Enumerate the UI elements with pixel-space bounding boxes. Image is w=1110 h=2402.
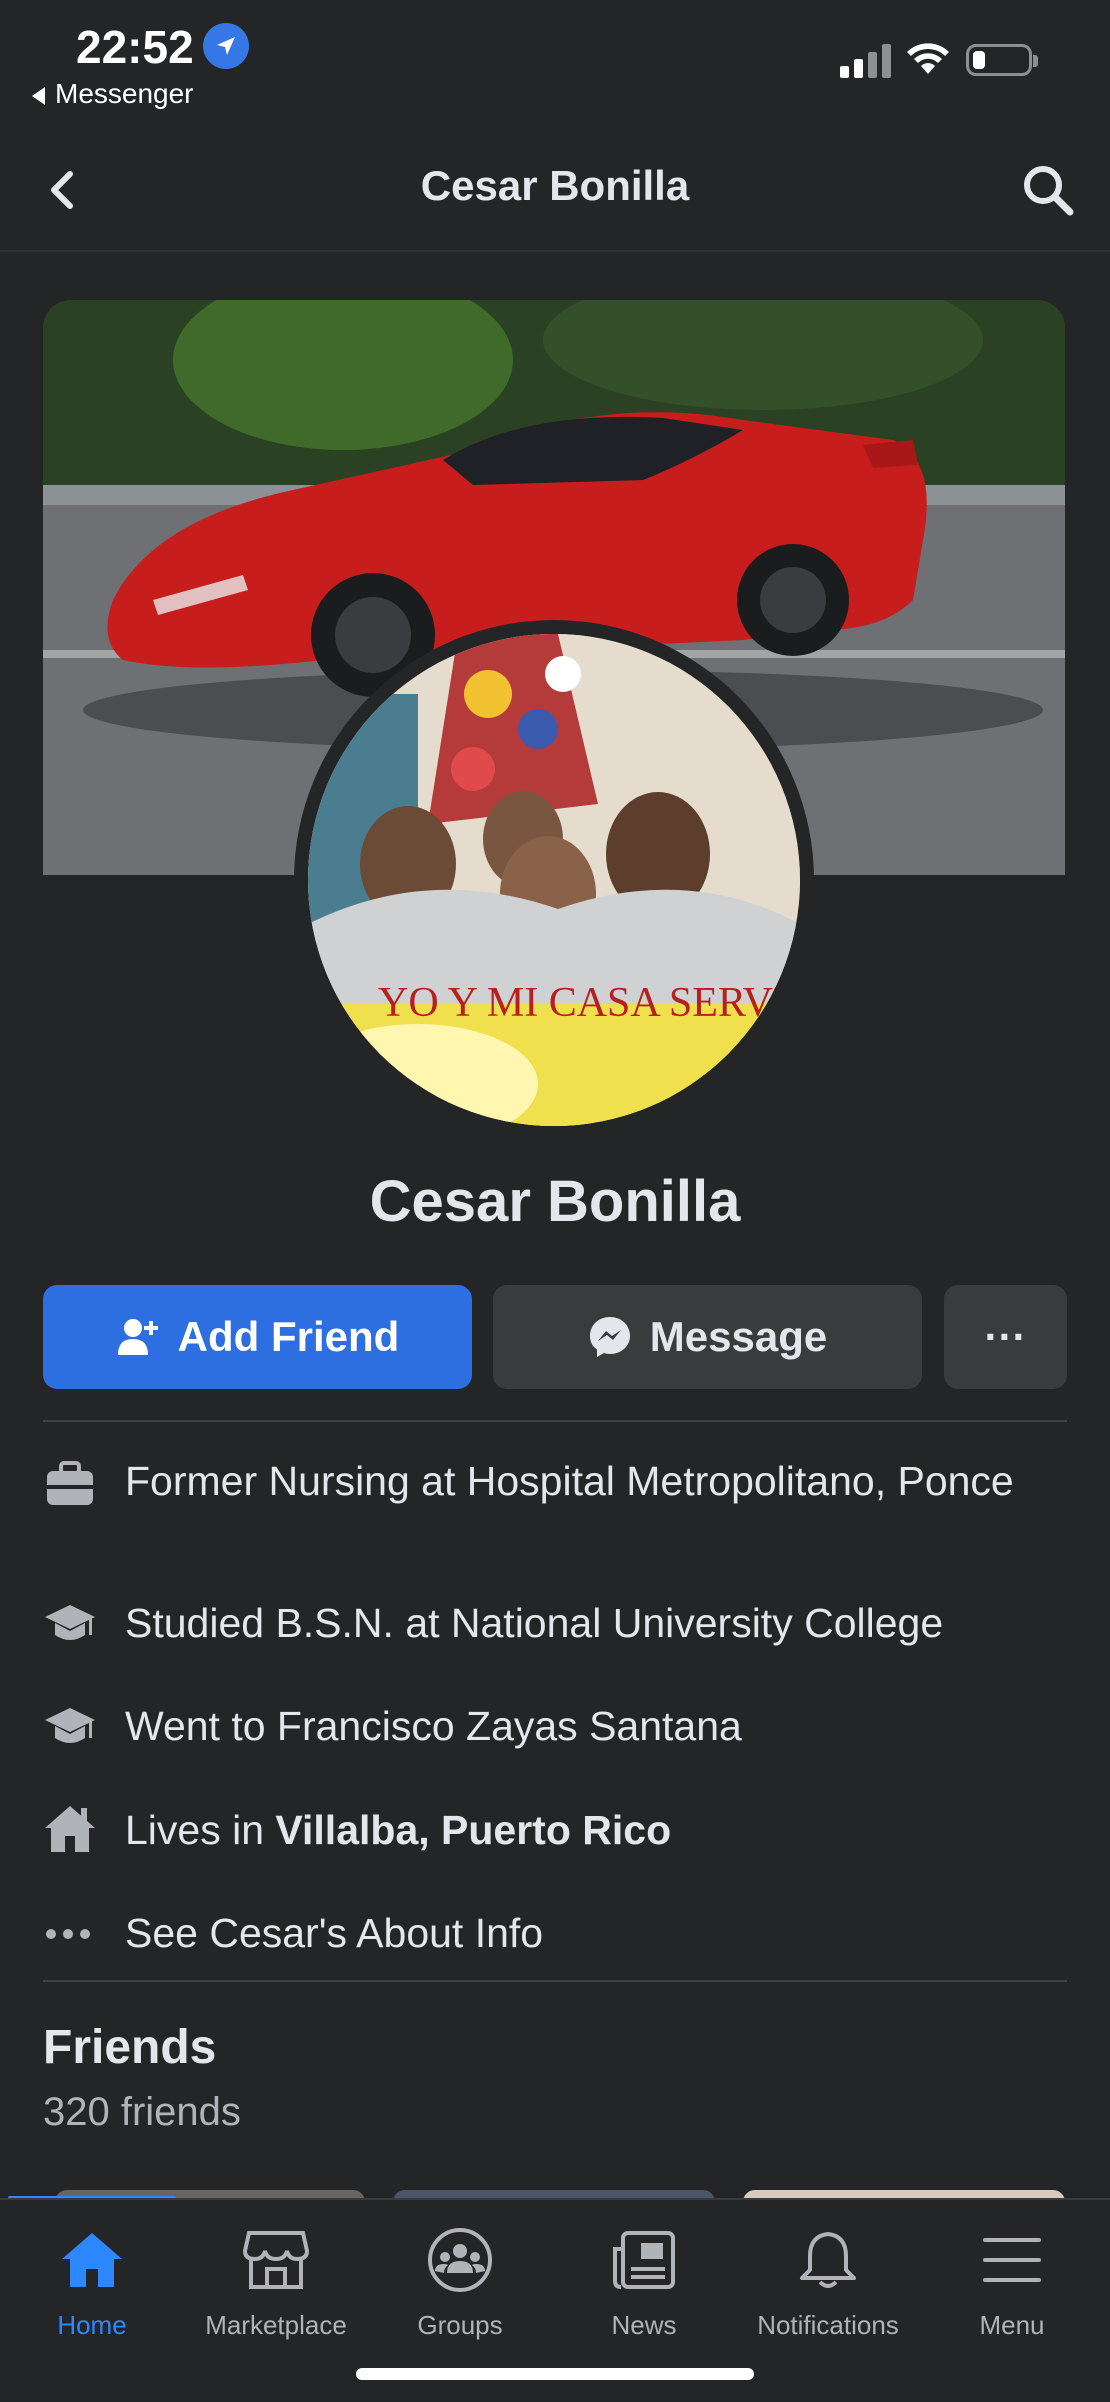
battery-icon: [966, 44, 1038, 76]
menu-icon: [983, 2238, 1041, 2282]
add-friend-label: Add Friend: [177, 1313, 400, 1360]
briefcase-icon: [47, 1461, 93, 1505]
tab-notifications[interactable]: Notifications: [736, 2220, 920, 2341]
info-education-college-text: Studied B.S.N. at National University Co…: [125, 1600, 944, 1646]
page-title: Cesar Bonilla: [420, 162, 690, 209]
wifi-icon: [907, 43, 949, 74]
friends-count[interactable]: 320 friends: [43, 2090, 241, 2135]
messenger-icon: [588, 1315, 632, 1359]
tab-marketplace[interactable]: Marketplace: [184, 2220, 368, 2341]
message-button[interactable]: Message: [493, 1285, 922, 1389]
home-icon: [62, 2233, 122, 2287]
top-nav-bar: Cesar Bonilla: [0, 130, 1110, 252]
house-icon: [45, 1806, 95, 1852]
search-icon[interactable]: [1018, 160, 1078, 220]
see-about-info-text: See Cesar's About Info: [125, 1910, 544, 1956]
status-bar: 22:52 Messenger: [0, 0, 1110, 120]
tab-groups-label: Groups: [417, 2310, 503, 2340]
groups-icon: [428, 2228, 492, 2292]
status-time: 22:52: [76, 21, 194, 73]
friends-title: Friends: [43, 2021, 217, 2074]
home-indicator: [356, 2368, 754, 2380]
info-lives-in-text: Lives in Villalba, Puerto Rico: [125, 1804, 1067, 1856]
marketplace-icon: [243, 2231, 309, 2289]
tab-menu-label: Menu: [979, 2310, 1045, 2340]
info-education-school-text: Went to Francisco Zayas Santana: [125, 1703, 742, 1749]
lives-in-prefix: Lives in: [125, 1807, 276, 1853]
add-friend-button[interactable]: Add Friend: [43, 1285, 472, 1389]
back-triangle-icon: [32, 86, 45, 105]
avatar-caption: YO Y MI CASA SERVIREMOS A Jehová: [378, 980, 800, 1026]
back-app-label: Messenger: [55, 78, 194, 109]
tab-news[interactable]: News: [552, 2220, 736, 2341]
tab-notifications-label: Notifications: [757, 2310, 899, 2340]
lives-in-location[interactable]: Villalba, Puerto Rico: [275, 1807, 671, 1853]
more-options-button[interactable]: ···: [944, 1285, 1067, 1389]
more-dots-icon: [46, 1929, 90, 1939]
info-work-text: Former Nursing at Hospital Metropolitano…: [125, 1458, 1014, 1504]
news-icon: [613, 2231, 675, 2289]
cellular-signal-icon: [840, 44, 891, 78]
divider: [43, 1980, 1067, 1982]
profile-avatar[interactable]: YO Y MI CASA SERVIREMOS A Jehová: [308, 634, 800, 1126]
graduation-cap-icon: [45, 1708, 95, 1743]
profile-name: Cesar Bonilla: [369, 1169, 741, 1234]
divider: [43, 1420, 1067, 1422]
more-options-label: ···: [984, 1313, 1027, 1360]
tab-home[interactable]: Home: [0, 2220, 184, 2341]
tab-groups[interactable]: Groups: [368, 2220, 552, 2341]
tab-news-label: News: [611, 2310, 677, 2340]
add-person-icon: [116, 1317, 160, 1357]
message-label: Message: [649, 1313, 828, 1360]
tab-marketplace-label: Marketplace: [205, 2310, 347, 2340]
tab-menu[interactable]: Menu: [920, 2220, 1104, 2341]
family-photo-image: [308, 634, 800, 1126]
graduation-cap-icon: [45, 1605, 95, 1640]
tab-home-label: Home: [57, 2310, 127, 2340]
bell-icon: [800, 2232, 856, 2288]
back-to-messenger-link[interactable]: Messenger: [32, 78, 194, 110]
location-arrow-icon: [203, 23, 249, 69]
